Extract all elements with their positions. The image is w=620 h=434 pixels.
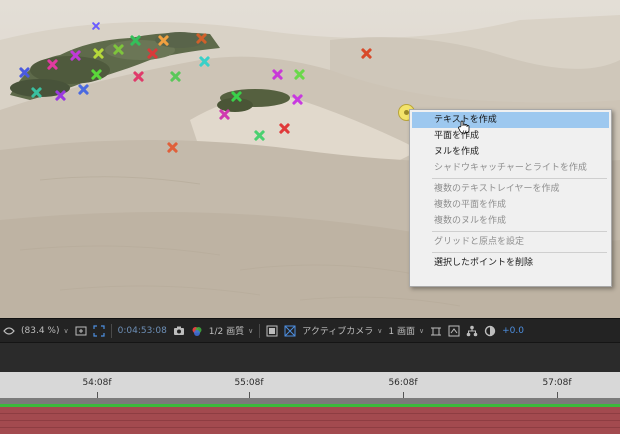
track-point-icon[interactable]: [254, 130, 265, 141]
track-point-icon[interactable]: [167, 142, 178, 153]
track-point-icon[interactable]: [91, 69, 102, 80]
ruler-label: 55:08f: [234, 378, 264, 388]
layer-track-bars[interactable]: [0, 407, 620, 434]
menu-separator: [432, 252, 607, 253]
color-channel-icon: [192, 326, 202, 336]
fast-preview-button[interactable]: [445, 319, 463, 343]
transparency-grid-icon: [266, 325, 278, 336]
comp-flowchart-button[interactable]: [463, 319, 481, 343]
track-point-icon[interactable]: [199, 56, 210, 67]
track-point-icon[interactable]: [361, 48, 372, 59]
track-point-icon[interactable]: [279, 123, 290, 134]
track-point-icon[interactable]: [294, 69, 305, 80]
track-point-icon[interactable]: [130, 35, 141, 46]
context-menu: テキストを作成 平面を作成 ヌルを作成 シャドウキャッチャーとライトを作成 複数…: [409, 109, 612, 287]
region-icon: [93, 324, 105, 337]
3d-view-button[interactable]: [281, 319, 299, 343]
menu-item-delete-selected-points[interactable]: 選択したポイントを削除: [410, 255, 611, 271]
toolbar-separator: [259, 323, 261, 338]
track-point-icon[interactable]: [70, 50, 81, 61]
resolution-dropdown[interactable]: 1/2 画質: [206, 319, 256, 343]
flowchart-icon: [466, 325, 478, 336]
exposure-value[interactable]: +0.0: [499, 319, 527, 343]
region-of-interest-button[interactable]: [90, 319, 108, 343]
menu-item-create-null[interactable]: ヌルを作成: [410, 144, 611, 160]
menu-item-create-multiple-nulls[interactable]: 複数のヌルを作成: [410, 213, 611, 229]
menu-separator: [432, 178, 607, 179]
track-point-icon[interactable]: [93, 48, 104, 59]
color-channel-button[interactable]: [188, 319, 206, 343]
track-point-icon[interactable]: [113, 44, 124, 55]
track-point-icon[interactable]: [272, 69, 283, 80]
view-layout-dropdown[interactable]: 1 画面: [385, 319, 427, 343]
fast-preview-icon: [448, 325, 460, 336]
fit-button[interactable]: [72, 319, 90, 343]
3d-view-icon: [284, 325, 296, 336]
current-time-display[interactable]: 0:04:53:08: [115, 319, 170, 343]
menu-item-create-multiple-text[interactable]: 複数のテキストレイヤーを作成: [410, 181, 611, 197]
exposure-reset-icon: [484, 325, 496, 336]
after-effects-window: テキストを作成 平面を作成 ヌルを作成 シャドウキャッチャーとライトを作成 複数…: [0, 0, 620, 434]
menu-item-set-grid-origin[interactable]: グリッドと原点を設定: [410, 234, 611, 250]
track-point-icon[interactable]: [19, 67, 30, 78]
track-point-icon[interactable]: [47, 59, 58, 70]
track-point-icon[interactable]: [170, 71, 181, 82]
fit-icon: [75, 326, 87, 335]
exposure-reset-button[interactable]: [481, 319, 499, 343]
menu-item-create-shadow-catcher[interactable]: シャドウキャッチャーとライトを作成: [410, 160, 611, 176]
track-point-icon[interactable]: [55, 90, 66, 101]
camera-snapshot-icon: [173, 326, 184, 335]
menu-separator: [432, 231, 607, 232]
track-point-icon[interactable]: [158, 35, 169, 46]
track-point-icon[interactable]: [231, 91, 242, 102]
mask-icon: [3, 326, 15, 335]
track-point-icon[interactable]: [31, 87, 42, 98]
timeline-icon: [431, 327, 442, 335]
timeline-ruler[interactable]: 54:08f 55:08f 56:08f 57:08f: [0, 372, 620, 398]
ruler-label: 57:08f: [542, 378, 572, 388]
track-point-icon[interactable]: [78, 84, 89, 95]
menu-item-create-solid[interactable]: 平面を作成: [410, 128, 611, 144]
toolbar-separator: [110, 323, 112, 338]
menu-item-create-text[interactable]: テキストを作成: [412, 112, 609, 134]
viewer-toolbar: (83.4 %) 0:04:53:08 1/2 画質 アクティブカメラ 1 画面: [0, 318, 620, 342]
mask-toggle-button[interactable]: [0, 319, 18, 343]
ruler-label: 54:08f: [82, 378, 112, 388]
track-point-icon[interactable]: [133, 71, 144, 82]
ruler-label: 56:08f: [388, 378, 418, 388]
timeline-header: [0, 342, 620, 373]
active-camera-dropdown[interactable]: アクティブカメラ: [299, 319, 385, 343]
track-point-icon[interactable]: [219, 109, 230, 120]
timeline-toggle-button[interactable]: [427, 319, 445, 343]
snapshot-button[interactable]: [170, 319, 188, 343]
track-point-icon[interactable]: [292, 94, 303, 105]
track-point-icon[interactable]: [147, 48, 158, 59]
zoom-dropdown[interactable]: (83.4 %): [18, 319, 72, 343]
transparency-grid-button[interactable]: [263, 319, 281, 343]
track-point-icon[interactable]: [196, 33, 207, 44]
track-point-icon[interactable]: [92, 22, 100, 30]
menu-item-create-multiple-solids[interactable]: 複数の平面を作成: [410, 197, 611, 213]
composition-viewer[interactable]: テキストを作成 平面を作成 ヌルを作成 シャドウキャッチャーとライトを作成 複数…: [0, 0, 620, 318]
